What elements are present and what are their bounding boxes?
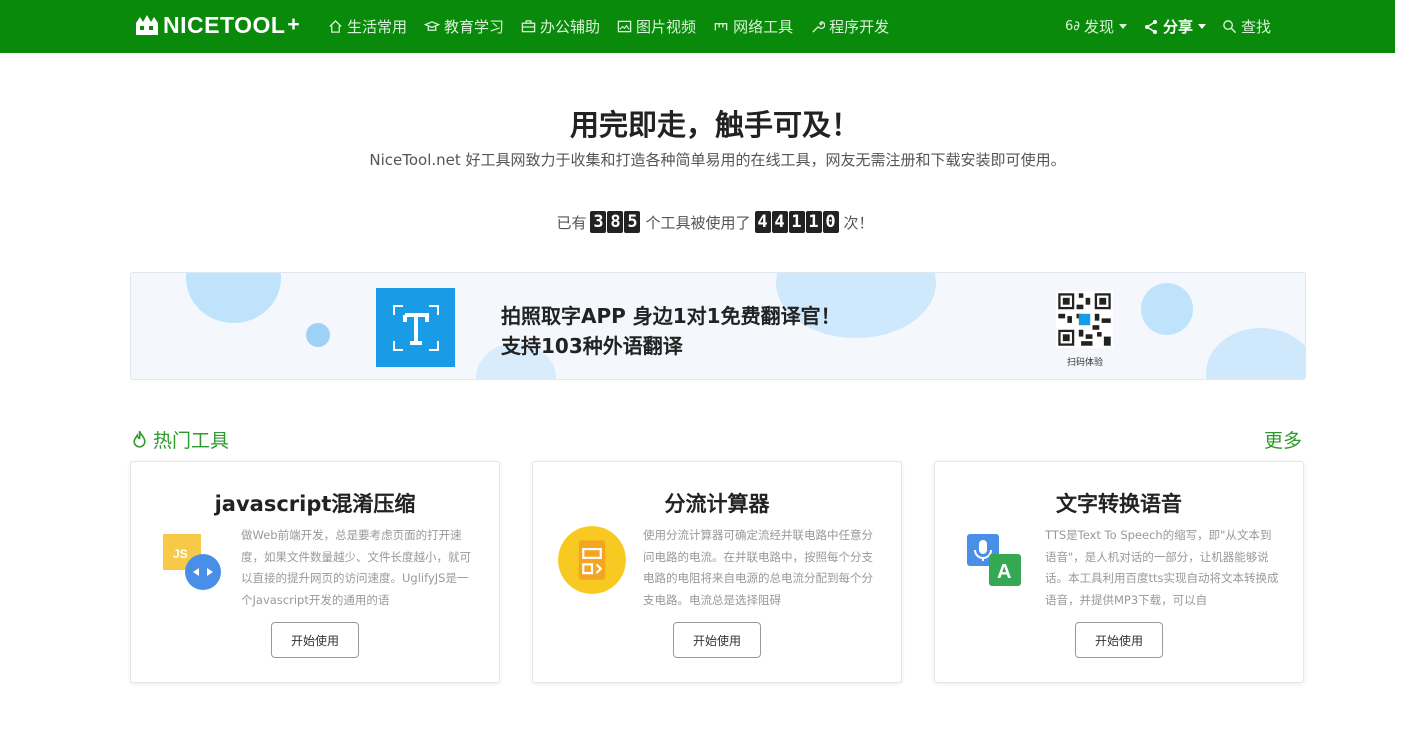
tool-count: 385 — [590, 211, 641, 233]
nav-item-dev[interactable]: 程序开发 — [810, 16, 889, 37]
javascript-compress-icon: JS — [163, 534, 221, 590]
nav-item-label: 办公辅助 — [540, 18, 601, 36]
counter-digit: 8 — [607, 211, 624, 233]
nav-item-office[interactable]: 办公辅助 — [521, 16, 600, 37]
counter-suffix: 次！ — [843, 213, 874, 232]
card-title: javascript混淆压缩 — [214, 492, 416, 516]
svg-text:JS: JS — [173, 547, 188, 561]
card-description: TTS是Text To Speech的缩写，即"从文本到语音"，是人机对话的一部… — [1045, 528, 1279, 607]
banner-decoration — [1206, 328, 1305, 379]
search-link[interactable]: 查找 — [1222, 16, 1271, 37]
counter-digit: 5 — [624, 211, 641, 233]
counter-digit: 0 — [822, 211, 839, 233]
nav-item-network[interactable]: 网络工具 — [713, 16, 793, 37]
nav-item-education[interactable]: 教育学习 — [424, 16, 504, 37]
banner-line-1: 拍照取字APP 身边1对1免费翻译官！ — [501, 304, 841, 328]
main-nav: 生活常用 教育学习 办公辅助 图片视频 网络工具 程序开发 — [328, 0, 906, 53]
qr-code-icon — [1056, 291, 1113, 348]
hero-description: NiceTool.net 好工具网致力于收集和打造各种简单易用的在线工具，网友无… — [369, 151, 1066, 169]
card-description: 做Web前端开发，总是要考虑页面的打开速度，如果文件数量越少、文件长度越小，就可… — [241, 528, 471, 607]
brand-name: NICETOOL — [163, 11, 286, 38]
flame-icon — [133, 430, 146, 448]
counter-digit: 4 — [754, 211, 771, 233]
top-navbar: NICETOOL + 生活常用 教育学习 办公辅助 图片视频 网络工具 程序开发 — [0, 0, 1395, 53]
graduation-cap-icon — [424, 21, 441, 31]
nav-item-label: 教育学习 — [444, 18, 505, 36]
search-icon — [1223, 20, 1237, 34]
discover-label: 发现 — [1084, 18, 1115, 36]
banner-decoration — [306, 323, 330, 347]
banner-decoration — [1141, 283, 1193, 335]
card-title: 分流计算器 — [664, 492, 770, 516]
usage-counter: 已有 385 个工具被使用了 44110 次！ — [0, 211, 1405, 233]
chevron-down-icon — [1119, 24, 1128, 29]
counter-prefix: 已有 — [556, 213, 587, 232]
counter-digit: 1 — [805, 211, 822, 233]
discover-icon: 6∂ — [1065, 19, 1080, 34]
nav-item-life[interactable]: 生活常用 — [328, 16, 407, 37]
share-icon — [1145, 19, 1158, 34]
share-label: 分享 — [1163, 18, 1194, 36]
app-logo-icon — [376, 288, 455, 367]
image-icon — [617, 20, 632, 33]
text-to-speech-icon: A — [967, 534, 1021, 586]
tool-card-javascript[interactable]: javascript混淆压缩 JS 做Web前端开发，总是要考虑页面的打开速度，… — [130, 461, 500, 683]
svg-text:A: A — [997, 561, 1011, 583]
nav-item-label: 生活常用 — [347, 18, 408, 36]
counter-digit: 3 — [590, 211, 607, 233]
card-description: 使用分流计算器可确定流经并联电路中任意分问电路的电流。在并联电路中，按照每个分支… — [643, 528, 873, 607]
start-button[interactable]: 开始使用 — [271, 622, 359, 658]
search-label: 查找 — [1241, 18, 1272, 36]
tool-card-shunt-calculator[interactable]: 分流计算器 使用分流计算器可确定流经并联电路中任意分问电路的电流。在并联电路中，… — [532, 461, 902, 683]
site-logo[interactable]: NICETOOL + — [134, 10, 300, 40]
start-button[interactable]: 开始使用 — [1075, 622, 1163, 658]
nav-right: 6∂ 发现 分享 查找 — [1065, 0, 1287, 53]
card-title: 文字转换语音 — [1056, 492, 1182, 516]
promo-banner[interactable]: 拍照取字APP 身边1对1免费翻译官！ 支持103种外语翻译 扫码体验 — [130, 272, 1306, 380]
banner-text: 拍照取字APP 身边1对1免费翻译官！ 支持103种外语翻译 — [501, 301, 841, 361]
briefcase-icon — [521, 20, 536, 33]
home-icon — [329, 19, 342, 33]
more-link[interactable]: 更多 — [1264, 426, 1302, 453]
counter-digit: 1 — [788, 211, 805, 233]
hot-tools-label: 热门工具 — [153, 430, 230, 452]
nav-item-label: 程序开发 — [829, 18, 890, 36]
chevron-down-icon — [1198, 24, 1207, 29]
plus-icon: + — [287, 13, 301, 36]
nav-item-label: 网络工具 — [733, 18, 794, 36]
discover-dropdown[interactable]: 6∂ 发现 — [1065, 16, 1128, 37]
banner-line-2: 支持103种外语翻译 — [501, 334, 683, 358]
banner-decoration — [186, 273, 281, 323]
qr-label: 扫码体验 — [1066, 358, 1103, 368]
share-dropdown[interactable]: 分享 — [1143, 16, 1207, 37]
start-button[interactable]: 开始使用 — [673, 622, 761, 658]
counter-middle: 个工具被使用了 — [645, 213, 751, 232]
hero-title: 用完即走，触手可及！ — [569, 108, 860, 142]
logo-icon — [136, 15, 158, 35]
tool-card-text-to-speech[interactable]: 文字转换语音 A TTS是Text To Speech的缩写，即"从文本到语音"… — [934, 461, 1304, 683]
wrench-icon — [812, 21, 826, 33]
counter-digit: 4 — [771, 211, 788, 233]
use-count: 44110 — [754, 211, 840, 233]
hot-tools-heading: 热门工具 — [131, 426, 229, 453]
network-icon — [714, 23, 728, 31]
nav-item-label: 图片视频 — [636, 18, 697, 36]
nav-item-media[interactable]: 图片视频 — [617, 16, 696, 37]
shunt-calculator-icon — [558, 526, 626, 594]
